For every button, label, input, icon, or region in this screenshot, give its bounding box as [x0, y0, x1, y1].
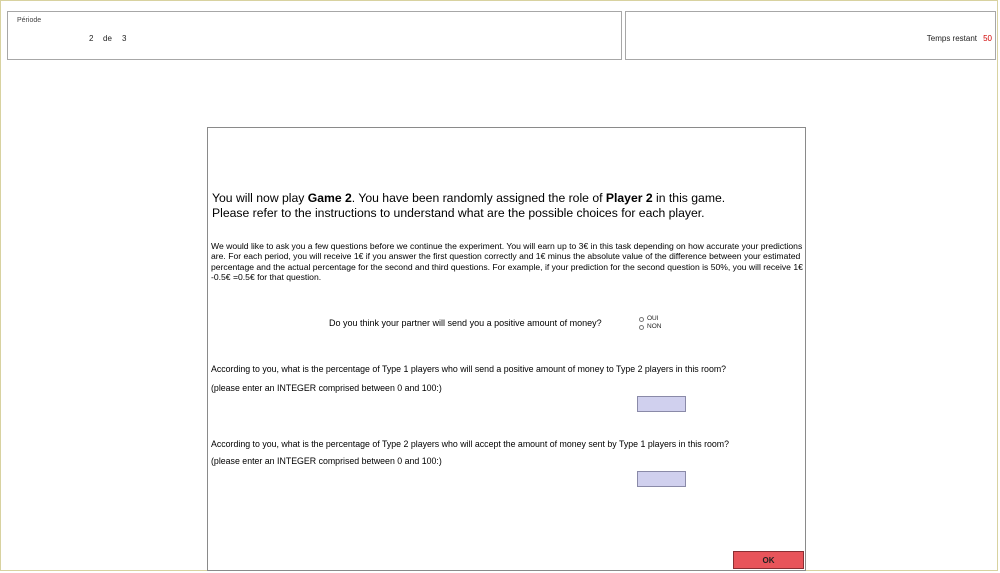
radio-oui[interactable]: OUI [639, 315, 661, 323]
radio-non-label: NON [647, 323, 662, 330]
question-2-text: According to you, what is the percentage… [211, 364, 727, 374]
question-3-input[interactable] [637, 471, 686, 487]
question-3-hint: (please enter an INTEGER comprised betwe… [211, 456, 442, 466]
radio-oui-label: OUI [647, 315, 659, 322]
question-2-hint: (please enter an INTEGER comprised betwe… [211, 383, 442, 393]
intro-prefix: You will now play [212, 191, 308, 205]
period-total: 3 [122, 34, 127, 43]
question-1-text: Do you think your partner will send you … [329, 318, 602, 328]
periode-legend: Période [16, 17, 43, 24]
radio-circle-icon[interactable] [639, 324, 644, 330]
intro-line-1: You will now play Game 2. You have been … [212, 191, 802, 206]
timer-panel: Temps restant 50 [625, 11, 996, 60]
role-label: Player 2 [605, 191, 653, 205]
game-label: Game 2 [307, 191, 352, 205]
period-current: 2 [89, 34, 94, 43]
question-panel: You will now play Game 2. You have been … [207, 127, 806, 571]
period-separator: de [103, 34, 112, 43]
task-description: We would like to ask you a few questions… [211, 241, 803, 282]
question-2-input[interactable] [637, 396, 686, 412]
intro-line-2: Please refer to the instructions to unde… [212, 206, 705, 220]
timer-label: Temps restant [926, 34, 977, 43]
timer-value: 50 [983, 34, 992, 43]
question-1-options: OUI NON [639, 315, 661, 331]
intro-suffix: in this game. [652, 191, 726, 205]
radio-circle-icon[interactable] [639, 316, 644, 322]
intro-mid: . You have been randomly assigned the ro… [351, 191, 606, 205]
periode-panel: Période 2 de 3 [7, 11, 622, 60]
question-3-text: According to you, what is the percentage… [211, 439, 729, 449]
intro-text: You will now play Game 2. You have been … [212, 191, 802, 221]
radio-non[interactable]: NON [639, 323, 661, 331]
ok-button[interactable]: OK [733, 551, 804, 569]
